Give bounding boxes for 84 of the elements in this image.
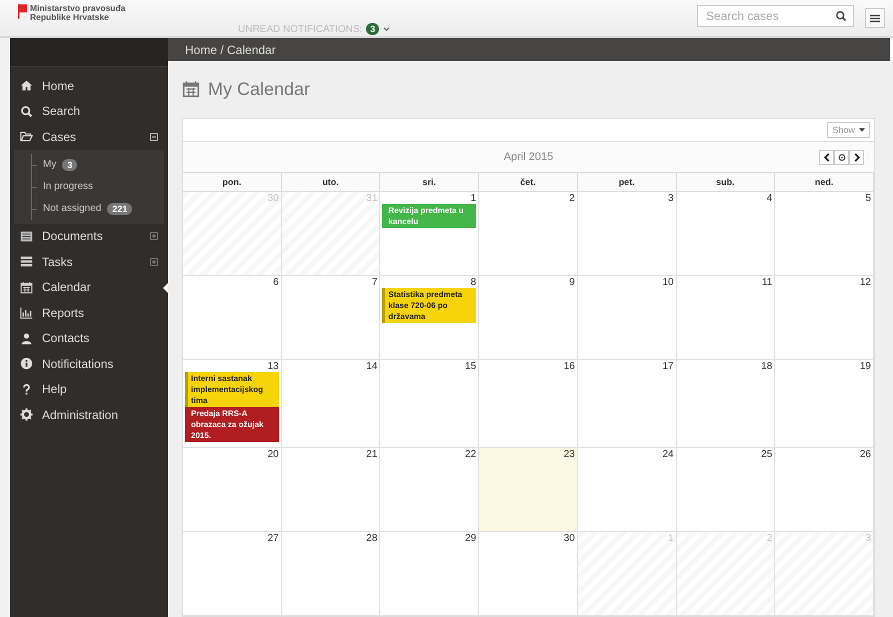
day-cell[interactable]: 19 xyxy=(775,360,874,448)
chevron-right-icon xyxy=(852,152,860,162)
sidebar-item[interactable]: Cases xyxy=(10,124,168,150)
caret-icon xyxy=(859,128,865,132)
logo-text: Republike Hrvatske xyxy=(30,13,109,22)
day-cell[interactable]: 5 xyxy=(775,192,874,276)
day-cell[interactable]: 12 xyxy=(775,276,874,360)
day-cell[interactable]: 18 xyxy=(676,360,776,448)
sidebar-subitem[interactable]: My 3 xyxy=(31,154,164,176)
search-icon xyxy=(20,104,33,118)
weekday-header: sub. xyxy=(676,173,776,192)
weekday-header: pet. xyxy=(578,173,677,192)
calendar-event[interactable]: Predaja RRS-A obrazaca za ožujak 2015. xyxy=(185,407,279,442)
search-field[interactable]: Search cases xyxy=(697,5,854,27)
weekday-header: uto. xyxy=(282,173,380,192)
menu-button[interactable] xyxy=(865,8,885,28)
sidebar-item[interactable]: Administration xyxy=(10,402,168,428)
day-cell[interactable]: 28 xyxy=(282,532,380,616)
day-cell[interactable]: 2 xyxy=(479,192,578,276)
today-button[interactable] xyxy=(834,150,849,164)
day-cell[interactable]: 13 Interni sastanak implementacijskog tima Predaja RRS-A obrazaca za ožujak 2015. xyxy=(183,360,282,448)
day-cell[interactable]: 4 xyxy=(676,192,776,276)
day-cell[interactable]: 8 Statistika predmeta klase 720-06 po državama xyxy=(380,276,480,360)
day-cell[interactable]: 3 xyxy=(578,192,677,276)
folder-icon xyxy=(20,130,33,144)
sidebar-subitem[interactable]: Not assigned 221 xyxy=(31,198,164,220)
expand-icon[interactable] xyxy=(150,258,158,266)
day-cell[interactable]: 29 xyxy=(380,532,480,616)
calendar-icon xyxy=(20,280,33,294)
sidebar-item[interactable]: Help xyxy=(10,376,168,402)
weekday-header: ned. xyxy=(775,173,874,192)
day-cell[interactable]: 11 xyxy=(676,276,776,360)
sidebar-item[interactable]: Contacts xyxy=(10,326,168,351)
flag-icon xyxy=(18,4,27,19)
day-cell[interactable]: 21 xyxy=(282,448,380,532)
logo-text: Ministarstvo pravosuđa xyxy=(30,4,126,13)
page-title: My Calendar xyxy=(208,78,310,100)
calendar-event[interactable]: Interni sastanak implementacijskog tima xyxy=(185,372,279,407)
sidebar-item[interactable]: Search xyxy=(10,98,168,124)
day-cell[interactable]: 14 xyxy=(282,360,380,448)
month-title: April 2015 xyxy=(504,151,554,163)
next-button[interactable] xyxy=(849,150,864,164)
day-cell[interactable]: 7 xyxy=(282,276,380,360)
tasks-icon xyxy=(20,255,33,268)
calendar-event[interactable]: Statistika predmeta klase 720-06 po državama xyxy=(382,288,476,323)
previous-button[interactable] xyxy=(819,150,834,164)
day-cell[interactable]: 27 xyxy=(183,532,282,616)
day-cell[interactable]: 20 xyxy=(183,448,282,532)
search-icon[interactable] xyxy=(835,10,847,22)
sidebar-item[interactable]: Tasks xyxy=(10,249,168,274)
count-badge: 3 xyxy=(62,158,78,170)
chevron-down-icon[interactable] xyxy=(383,26,390,32)
bar-chart-icon xyxy=(20,306,33,320)
sidebar-item[interactable]: Home xyxy=(10,73,168,98)
person-icon xyxy=(20,332,33,345)
breadcrumb: Home / Calendar xyxy=(185,42,276,56)
info-icon xyxy=(20,357,33,370)
day-cell[interactable]: 15 xyxy=(380,360,480,448)
home-icon xyxy=(20,79,33,92)
day-cell[interactable]: 10 xyxy=(578,276,677,360)
sidebar-item[interactable]: Notificitations xyxy=(10,351,168,376)
calendar-icon xyxy=(182,80,200,98)
gear-icon xyxy=(20,408,33,422)
weekday-header: pon. xyxy=(183,173,282,192)
count-badge: 221 xyxy=(107,202,132,214)
collapse-icon[interactable] xyxy=(150,132,158,141)
sidebar-item[interactable]: Documents xyxy=(10,224,168,249)
day-cell[interactable]: 9 xyxy=(479,276,578,360)
circle-icon xyxy=(838,152,846,162)
chevron-left-icon xyxy=(822,152,830,162)
notification-count-badge[interactable]: 3 xyxy=(366,23,380,35)
list-icon xyxy=(20,230,33,243)
day-cell[interactable]: 6 xyxy=(183,276,282,360)
sidebar-item[interactable]: Calendar xyxy=(10,274,168,300)
expand-icon[interactable] xyxy=(150,232,158,240)
weekday-header: sri. xyxy=(380,173,480,192)
sidebar-subitem[interactable]: In progress xyxy=(31,176,164,198)
weekday-header: čet. xyxy=(479,173,578,192)
menu-icon xyxy=(870,14,880,22)
day-cell[interactable]: 1 Revizija predmeta u kancelu xyxy=(380,192,480,276)
sidebar-item[interactable]: Reports xyxy=(10,300,168,326)
day-cell[interactable]: 17 xyxy=(578,360,677,448)
day-cell[interactable]: 23 xyxy=(479,448,578,532)
question-icon xyxy=(20,382,33,396)
